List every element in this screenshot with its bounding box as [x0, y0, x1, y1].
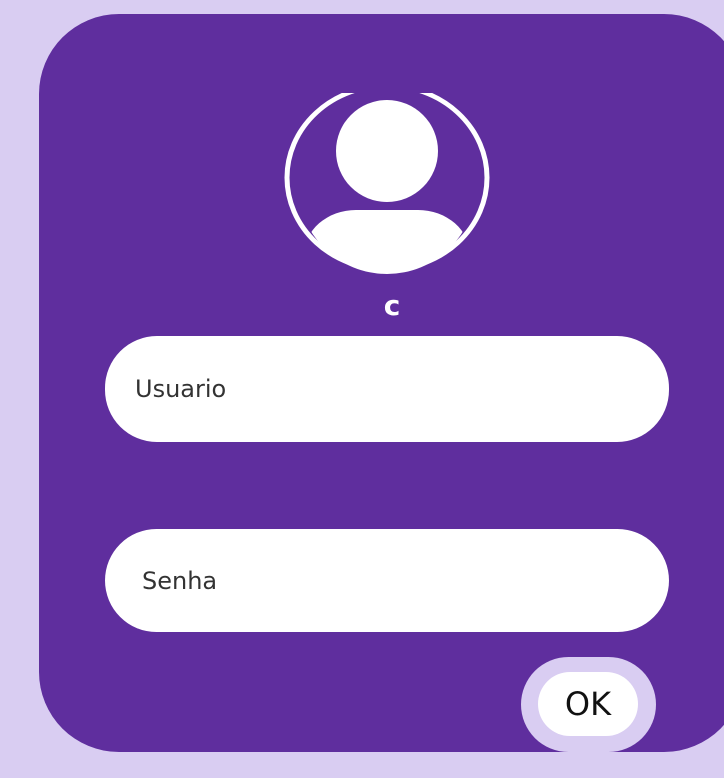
user-avatar-icon — [284, 93, 490, 277]
ok-button[interactable]: OK — [538, 672, 638, 736]
user-field[interactable]: Usuario — [105, 336, 669, 442]
username-label: c — [383, 289, 401, 322]
password-field[interactable]: Senha — [105, 529, 669, 632]
